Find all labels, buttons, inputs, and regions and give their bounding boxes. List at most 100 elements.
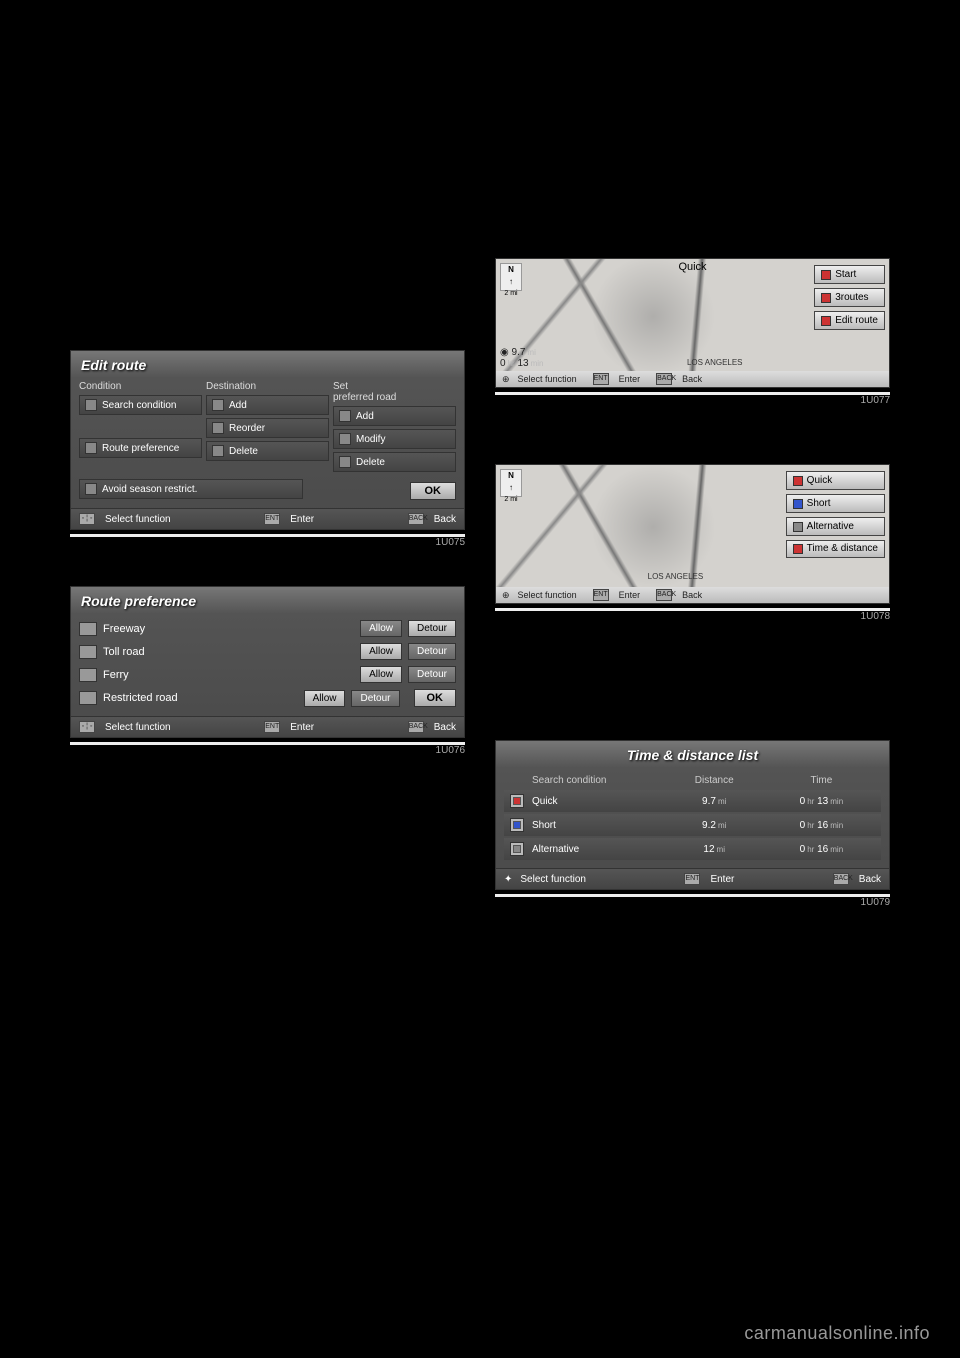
table-row[interactable]: Quick 9.7mi 0hr 13min — [504, 790, 881, 812]
footer-select: Select function — [520, 874, 586, 885]
time-distance-button[interactable]: Time & distance — [786, 540, 885, 558]
label: Quick — [807, 475, 833, 486]
color-box-icon — [793, 499, 803, 509]
row-name: Quick — [532, 796, 661, 807]
search-condition-button[interactable]: Search condition — [79, 395, 202, 415]
pref-row-freeway: Freeway Allow Detour — [79, 617, 456, 640]
footer-back: Back — [434, 514, 456, 525]
ok-button[interactable]: OK — [414, 689, 457, 707]
map-quick-panel: N ↑ 2 mi Quick Start 3routes Edit route — [495, 258, 890, 388]
checkbox-icon — [212, 422, 224, 434]
footer-select: Select function — [518, 374, 577, 384]
figure-caption: 1U079 — [495, 897, 890, 908]
compass-scale: 2 mi — [501, 494, 521, 506]
freeway-icon — [79, 622, 97, 636]
compass-scale: 2 mi — [501, 288, 521, 300]
footer-back: Back — [434, 722, 456, 733]
allow-button[interactable]: Allow — [360, 666, 402, 683]
destination-delete-button[interactable]: Delete — [206, 441, 329, 461]
edit-route-button[interactable]: Edit route — [814, 311, 885, 330]
preferred-modify-button[interactable]: Modify — [333, 429, 456, 449]
compass-n: N — [501, 264, 521, 276]
row-time: 0hr 16min — [768, 820, 875, 831]
short-route-button[interactable]: Short — [786, 494, 885, 513]
city-label: LOS ANGELES — [648, 572, 704, 581]
back-icon: BACK — [408, 721, 424, 733]
label: 3routes — [835, 292, 868, 303]
table-row[interactable]: Alternative 12mi 0hr 16min — [504, 838, 881, 860]
label: Start — [835, 269, 856, 280]
table-row[interactable]: Short 9.2mi 0hr 16min — [504, 814, 881, 836]
label: Reorder — [229, 423, 265, 434]
label: Add — [229, 400, 247, 411]
label: Avoid season restrict. — [102, 484, 197, 495]
back-icon: BACK — [656, 373, 672, 385]
detour-button[interactable]: Detour — [351, 690, 399, 707]
enter-icon: ENT — [264, 721, 280, 733]
figure-caption: 1U076 — [70, 745, 465, 756]
header-distance: Distance — [661, 775, 768, 786]
label: Ferry — [103, 669, 354, 681]
detour-button[interactable]: Detour — [408, 666, 456, 683]
color-box-icon — [821, 316, 831, 326]
spacer — [495, 60, 890, 258]
panel-title: Time & distance list — [496, 741, 889, 767]
joystick-icon: ◦ ¦ ◦ — [79, 513, 95, 525]
city-label: LOS ANGELES — [687, 358, 743, 367]
detour-button[interactable]: Detour — [408, 643, 456, 660]
destination-reorder-button[interactable]: Reorder — [206, 418, 329, 438]
compass-icon: N ↑ 2 mi — [500, 469, 522, 497]
preferred-delete-button[interactable]: Delete — [333, 452, 456, 472]
ok-button[interactable]: OK — [410, 482, 457, 500]
footer-enter: Enter — [710, 874, 734, 885]
allow-button[interactable]: Allow — [360, 620, 402, 637]
avoid-season-button[interactable]: Avoid season restrict. — [79, 479, 303, 499]
distance-time-readout: ◉ 9.7mi 0hr 13min — [500, 347, 543, 369]
table-header: Search condition Distance Time — [504, 771, 881, 790]
footer-select: Select function — [105, 722, 171, 733]
header-time: Time — [768, 775, 875, 786]
checkbox-icon — [85, 483, 97, 495]
destination-add-button[interactable]: Add — [206, 395, 329, 415]
enter-icon: ENT — [264, 513, 280, 525]
destination-header: Destination — [206, 381, 329, 392]
compass-icon: N ↑ 2 mi — [500, 263, 522, 291]
back-icon: BACK — [656, 589, 672, 601]
start-button[interactable]: Start — [814, 265, 885, 284]
label: Modify — [356, 434, 385, 445]
alternative-route-button[interactable]: Alternative — [786, 517, 885, 536]
quick-route-button[interactable]: Quick — [786, 471, 885, 490]
toll-icon — [79, 645, 97, 659]
row-distance: 9.7mi — [661, 796, 768, 807]
label: Route preference — [102, 443, 179, 454]
label: Restricted road — [103, 692, 298, 704]
detour-button[interactable]: Detour — [408, 620, 456, 637]
ferry-icon — [79, 668, 97, 682]
label: Add — [356, 411, 374, 422]
footer-select: Select function — [105, 514, 171, 525]
color-box-icon — [793, 476, 803, 486]
label: Edit route — [835, 315, 878, 326]
checkbox-icon — [85, 442, 97, 454]
color-box-icon — [793, 544, 803, 554]
footer-select: Select function — [518, 590, 577, 600]
allow-button[interactable]: Allow — [360, 643, 402, 660]
figure-caption: 1U075 — [70, 537, 465, 548]
figure-caption: 1U077 — [495, 395, 890, 406]
footer-back: Back — [859, 874, 881, 885]
route-preference-button[interactable]: Route preference — [79, 438, 202, 458]
allow-button[interactable]: Allow — [304, 690, 346, 707]
panel-footer: ◦ ¦ ◦ Select function ENT Enter BACK Bac… — [71, 716, 464, 737]
condition-header: Condition — [79, 381, 202, 392]
pref-row-restricted: Restricted road Allow Detour OK — [79, 686, 456, 710]
panel-title: Edit route — [71, 351, 464, 377]
panel-footer: ✦ Select function ENT Enter BACK Back — [496, 868, 889, 889]
label: Delete — [229, 446, 258, 457]
route-preference-panel: Route preference Freeway Allow Detour To… — [70, 586, 465, 738]
row-name: Short — [532, 820, 661, 831]
color-box-icon — [793, 522, 803, 532]
color-box-icon — [510, 818, 524, 832]
three-routes-button[interactable]: 3routes — [814, 288, 885, 307]
footer-back: Back — [682, 590, 702, 600]
preferred-add-button[interactable]: Add — [333, 406, 456, 426]
